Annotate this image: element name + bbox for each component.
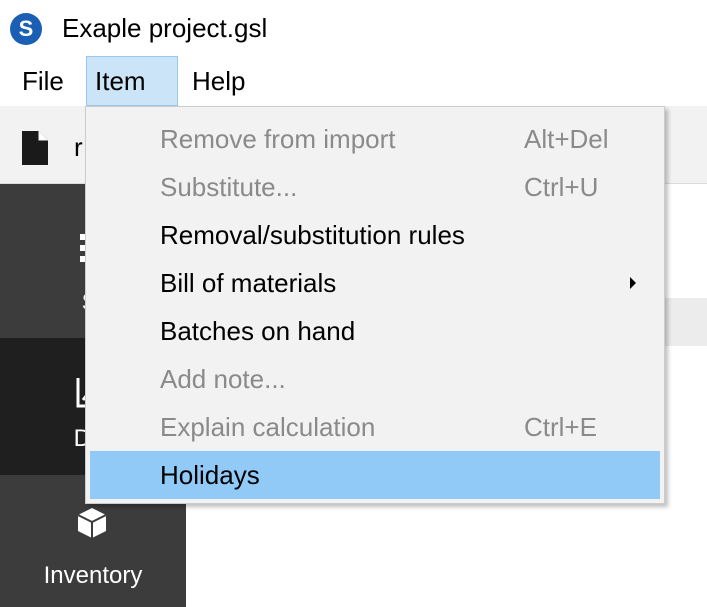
app-logo-icon: S	[10, 13, 42, 45]
menu-file[interactable]: File	[14, 56, 72, 106]
window-title: Exaple project.gsl	[62, 13, 268, 43]
menu-help[interactable]: Help	[184, 56, 253, 106]
menu-bar: File Item Help	[0, 56, 707, 106]
document-icon[interactable]	[22, 131, 48, 165]
box-icon	[77, 508, 107, 538]
sidebar-item-label: Inventory	[43, 562, 143, 589]
menu-item-holidays[interactable]: Holidays	[90, 451, 660, 499]
submenu-arrow-icon	[630, 277, 636, 289]
menu-item-bill-of-materials[interactable]: Bill of materials	[90, 259, 660, 307]
menu-item-remove-from-import[interactable]: Remove from import Alt+Del	[90, 115, 660, 163]
menu-item-explain-calculation[interactable]: Explain calculation Ctrl+E	[90, 403, 660, 451]
item-dropdown-menu: Remove from import Alt+Del Substitute...…	[85, 106, 665, 504]
toolbar-text[interactable]: r	[74, 130, 83, 164]
menu-item-add-note[interactable]: Add note...	[90, 355, 660, 403]
menu-item-batches-on-hand[interactable]: Batches on hand	[90, 307, 660, 355]
menu-item[interactable]: Item	[86, 56, 178, 106]
menu-item-substitute[interactable]: Substitute... Ctrl+U	[90, 163, 660, 211]
menu-item-removal-substitution-rules[interactable]: Removal/substitution rules	[90, 211, 660, 259]
title-bar: S Exaple project.gsl	[0, 0, 707, 56]
